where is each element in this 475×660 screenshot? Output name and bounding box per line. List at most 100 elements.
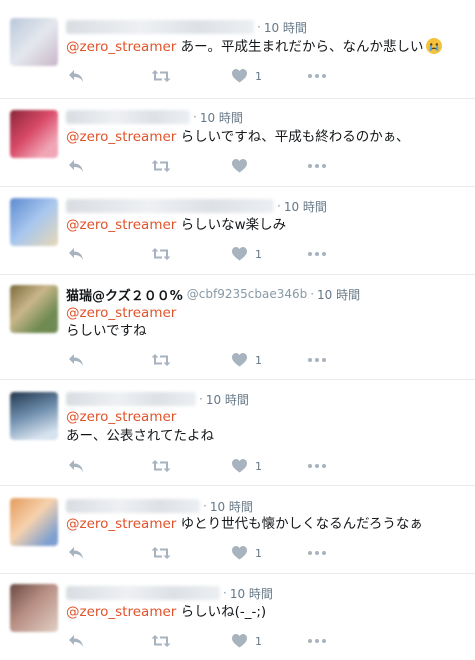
avatar[interactable] xyxy=(10,285,58,333)
mention-link[interactable]: @zero_streamer xyxy=(66,39,176,55)
reply-icon xyxy=(69,248,83,260)
avatar[interactable] xyxy=(10,110,58,158)
timestamp[interactable]: 10 時間 xyxy=(264,19,307,36)
user-name-blurred[interactable] xyxy=(66,20,254,34)
reply-button[interactable] xyxy=(68,350,84,370)
timestamp[interactable]: 10 時間 xyxy=(210,498,253,515)
more-button[interactable] xyxy=(308,350,326,370)
more-icon xyxy=(308,358,326,362)
retweet-icon xyxy=(151,160,171,172)
more-icon xyxy=(308,464,326,468)
crying-face-icon xyxy=(425,38,442,54)
tweet-actions xyxy=(66,156,366,176)
tweet-text: @zero_streamer ゆとり世代も懐かしくなるんだろうなぁ xyxy=(66,515,423,533)
tweet[interactable]: · 10 時間 @zero_streamer あー、公表されてたよね 1 xyxy=(0,380,475,486)
reply-button[interactable] xyxy=(68,543,84,563)
separator-dot: · xyxy=(310,287,315,301)
tweet-text: らしいですね xyxy=(66,322,147,340)
timestamp[interactable]: 10 時間 xyxy=(200,109,243,126)
more-button[interactable] xyxy=(308,156,326,176)
retweet-button[interactable] xyxy=(151,244,171,264)
reply-icon xyxy=(69,635,83,647)
retweet-button[interactable] xyxy=(151,456,171,476)
like-count: 1 xyxy=(255,546,262,560)
reply-icon xyxy=(69,160,83,172)
mention-link[interactable]: @zero_streamer xyxy=(66,129,176,145)
heart-icon xyxy=(232,546,247,560)
reply-button[interactable] xyxy=(68,456,84,476)
reply-icon xyxy=(69,547,83,559)
tweet-body: あー、公表されてたよね xyxy=(66,428,214,444)
tweet-header: · 10 時間 xyxy=(66,107,243,127)
retweet-button[interactable] xyxy=(151,350,171,370)
avatar[interactable] xyxy=(10,198,58,246)
timestamp[interactable]: 10 時間 xyxy=(230,585,273,602)
like-button[interactable]: 1 xyxy=(232,350,262,370)
more-icon xyxy=(308,252,326,256)
reply-button[interactable] xyxy=(68,66,84,86)
tweet-body: らしいですね、平成も終わるのかぁ、 xyxy=(180,129,410,145)
reply-button[interactable] xyxy=(68,631,84,651)
tweet[interactable]: · 10 時間 @zero_streamer ゆとり世代も懐かしくなるんだろうな… xyxy=(0,486,475,574)
like-button[interactable] xyxy=(232,156,255,176)
more-button[interactable] xyxy=(308,456,326,476)
separator-dot: · xyxy=(277,199,281,213)
more-button[interactable] xyxy=(308,244,326,264)
timestamp[interactable]: 10 時間 xyxy=(206,391,249,408)
more-button[interactable] xyxy=(308,543,326,563)
retweet-button[interactable] xyxy=(151,631,171,651)
tweet-text: @zero_streamer らしいなw楽しみ xyxy=(66,216,286,234)
tweet-text: @zero_streamer xyxy=(66,408,176,426)
user-name-blurred[interactable] xyxy=(66,392,196,406)
separator-dot: · xyxy=(257,20,261,34)
mention-link[interactable]: @zero_streamer xyxy=(66,409,176,425)
mention-link[interactable]: @zero_streamer xyxy=(66,305,176,321)
like-button[interactable]: 1 xyxy=(232,244,262,264)
avatar[interactable] xyxy=(10,18,58,66)
user-name-blurred[interactable] xyxy=(66,199,274,213)
like-count: 1 xyxy=(255,353,262,367)
more-button[interactable] xyxy=(308,66,326,86)
like-button[interactable]: 1 xyxy=(232,66,262,86)
reply-button[interactable] xyxy=(68,156,84,176)
separator-dot: · xyxy=(199,392,203,406)
more-button[interactable] xyxy=(308,631,326,651)
user-name-blurred[interactable] xyxy=(66,110,190,124)
retweet-button[interactable] xyxy=(151,156,171,176)
like-count: 1 xyxy=(255,634,262,648)
avatar[interactable] xyxy=(10,498,58,546)
reply-button[interactable] xyxy=(68,244,84,264)
retweet-icon xyxy=(151,248,171,260)
tweet[interactable]: 猫瑞@クズ２００% @cbf9235cbae346b · 10 時間 @zero… xyxy=(0,275,475,380)
mention-link[interactable]: @zero_streamer xyxy=(66,217,176,233)
separator-dot: · xyxy=(203,499,207,513)
mention-link[interactable]: @zero_streamer xyxy=(66,604,176,620)
like-button[interactable]: 1 xyxy=(232,456,262,476)
tweet-actions: 1 xyxy=(66,456,366,476)
tweet-body: らしいですね xyxy=(66,323,147,339)
retweet-button[interactable] xyxy=(151,66,171,86)
retweet-button[interactable] xyxy=(151,543,171,563)
timestamp[interactable]: 10 時間 xyxy=(317,286,360,303)
reply-feed: · 10 時間 @zero_streamer あー。平成生まれだから、なんか悲し… xyxy=(0,0,475,660)
like-button[interactable]: 1 xyxy=(232,543,262,563)
tweet-header: · 10 時間 xyxy=(66,389,249,409)
tweet[interactable]: · 10 時間 @zero_streamer らしいね(-_-;) 1 xyxy=(0,574,475,660)
tweet-actions: 1 xyxy=(66,350,366,370)
timestamp[interactable]: 10 時間 xyxy=(284,198,327,215)
user-name-blurred[interactable] xyxy=(66,586,220,600)
avatar[interactable] xyxy=(10,392,58,440)
mention-link[interactable]: @zero_streamer xyxy=(66,516,176,532)
tweet[interactable]: · 10 時間 @zero_streamer らしいですね、平成も終わるのかぁ、 xyxy=(0,99,475,187)
tweet[interactable]: · 10 時間 @zero_streamer らしいなw楽しみ 1 xyxy=(0,187,475,275)
user-display-name[interactable]: 猫瑞@クズ２００% xyxy=(66,285,183,304)
user-name-blurred[interactable] xyxy=(66,499,200,513)
heart-icon xyxy=(232,247,247,261)
more-icon xyxy=(308,639,326,643)
avatar[interactable] xyxy=(10,584,58,632)
tweet-header: · 10 時間 xyxy=(66,196,327,216)
tweet[interactable]: · 10 時間 @zero_streamer あー。平成生まれだから、なんか悲し… xyxy=(0,0,475,99)
separator-dot: · xyxy=(193,110,197,124)
user-handle[interactable]: @cbf9235cbae346b xyxy=(187,287,307,301)
like-button[interactable]: 1 xyxy=(232,631,262,651)
